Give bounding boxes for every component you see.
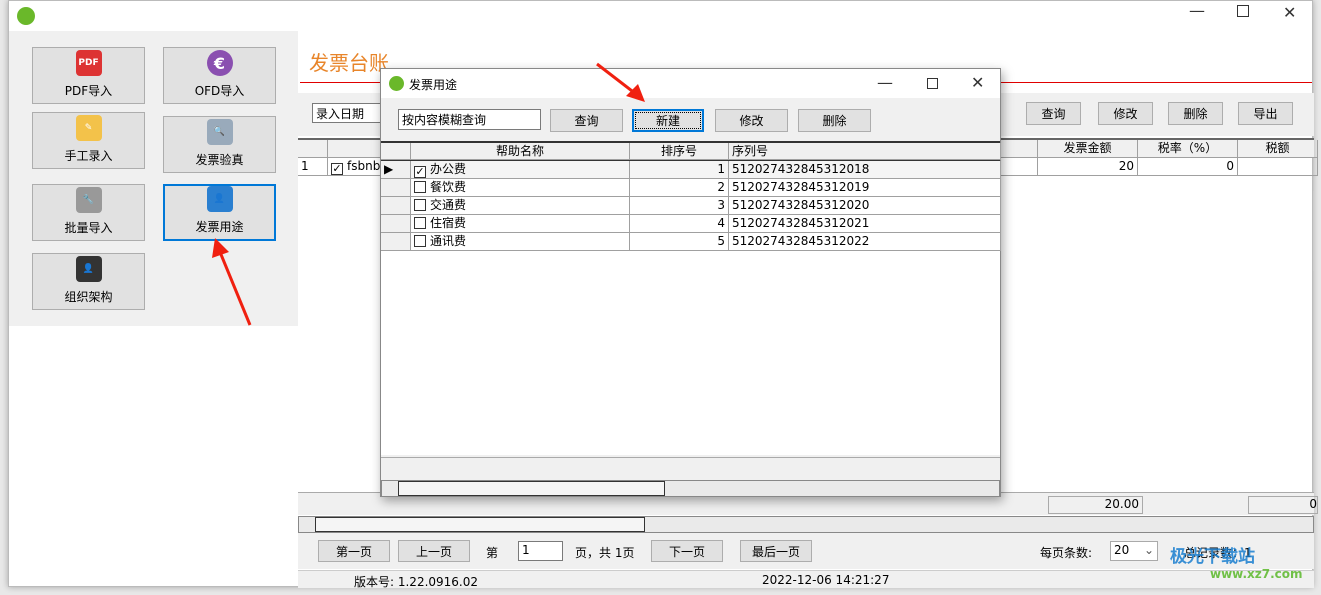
- watermark-url: www.xz7.com: [1210, 567, 1303, 581]
- arrow-to-new-button: [596, 62, 637, 96]
- watermark: 极光下载站 www.xz7.com: [1170, 542, 1303, 581]
- annotation-arrows: [212, 62, 645, 326]
- watermark-text: 极光下载站: [1170, 547, 1255, 567]
- arrow-to-usage-tile: [218, 251, 252, 326]
- arrow-head: [212, 238, 229, 258]
